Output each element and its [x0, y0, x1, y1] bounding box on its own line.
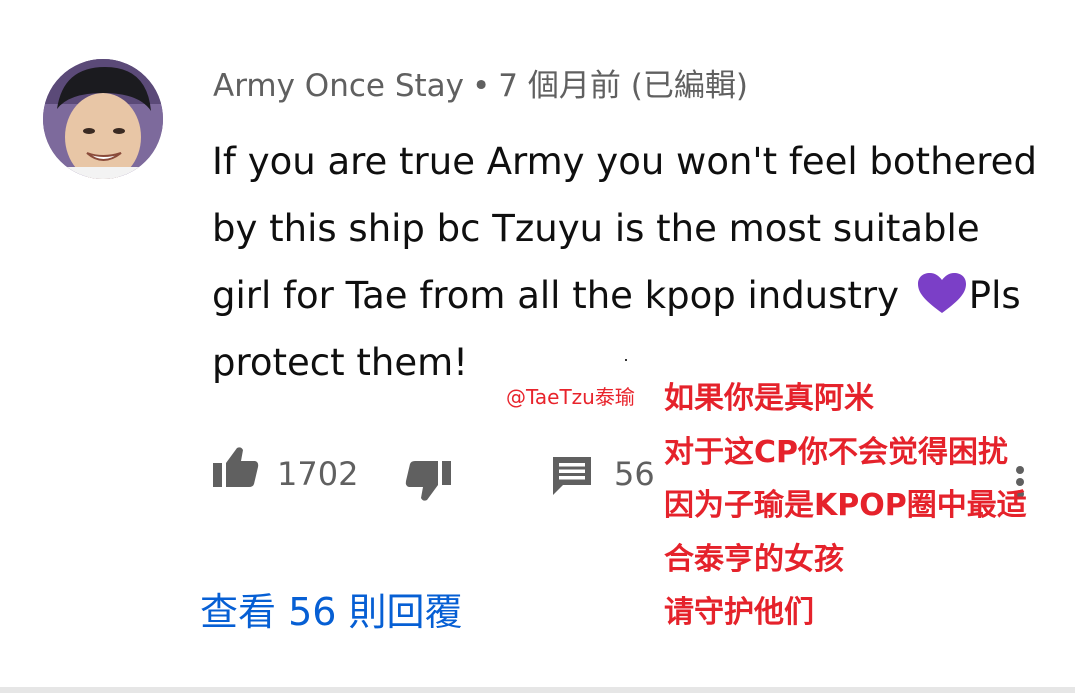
thumbs-down-icon[interactable] — [405, 458, 451, 502]
view-replies-link[interactable]: 查看 56 則回覆 — [200, 586, 463, 638]
avatar-image — [43, 59, 163, 179]
comment-line-1: If you are true Army you won't feel both… — [212, 140, 1037, 183]
purple-heart-icon — [917, 273, 966, 313]
translation-line-4: 合泰亨的女孩 — [664, 541, 844, 577]
avatar[interactable] — [43, 59, 163, 179]
translation-line-5: 请守护他们 — [664, 595, 814, 630]
translation-overlay: 如果你是真阿米 对于这CP你不会觉得困扰 因为子瑜是KPOP圈中最适 合泰亨的女… — [664, 372, 1027, 640]
like-count: 1702 — [277, 455, 359, 493]
comment-line-3-tail: Pls — [968, 274, 1021, 317]
reply-count: 56 — [614, 455, 655, 493]
comment-page: Army Once Stay • 7 個月前 (已編輯) If you are tr… — [0, 0, 1075, 693]
comment-icon[interactable] — [551, 455, 593, 497]
comment-text: If you are true Army you won't feel both… — [212, 128, 1042, 396]
meta-separator: • — [472, 68, 491, 104]
comment-actions: 1702 56 — [213, 446, 673, 506]
translation-line-2: 对于这CP你不会觉得困扰 — [664, 434, 1009, 470]
comment-line-3: girl for Tae from all the kpop industry … — [212, 262, 1042, 329]
comment-line-3-text: girl for Tae from all the kpop industry — [212, 274, 911, 317]
comment-line-2: by this ship bc Tzuyu is the most suitab… — [212, 207, 980, 250]
post-time[interactable]: 7 個月前 (已編輯) — [498, 68, 748, 104]
translation-line-1: 如果你是真阿米 — [664, 381, 874, 416]
image-speck — [625, 359, 627, 361]
bottom-divider — [0, 687, 1075, 693]
translation-line-3: 因为子瑜是KPOP圈中最适 — [664, 488, 1027, 523]
watermark-handle: @TaeTzu泰瑜 — [506, 385, 635, 409]
thumbs-up-icon[interactable] — [213, 446, 259, 490]
comment-meta: Army Once Stay • 7 個月前 (已編輯) — [213, 64, 748, 108]
author-name[interactable]: Army Once Stay — [213, 68, 464, 104]
